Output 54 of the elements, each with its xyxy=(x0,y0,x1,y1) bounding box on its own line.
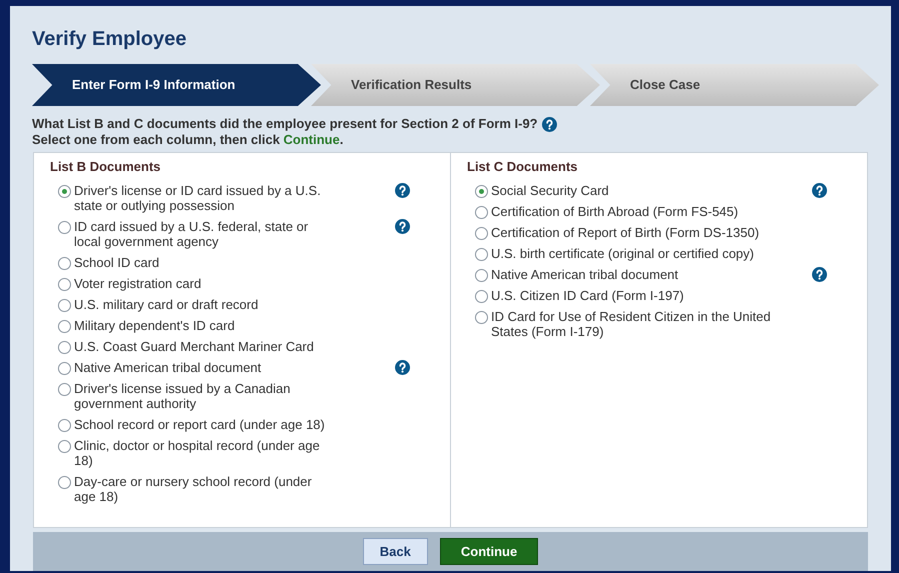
list-heading: List C Documents xyxy=(467,158,579,176)
option-label: School record or report card (under age 18) xyxy=(74,416,326,432)
option-label: U.S. Citizen ID Card (Form I-197) xyxy=(491,288,685,302)
help-icon[interactable] xyxy=(812,266,827,282)
option-label: Clinic, doctor or hospital record (under age 18) xyxy=(74,438,321,468)
option-label: Native American tribal document xyxy=(74,360,262,374)
back-button[interactable]: Back xyxy=(362,538,428,565)
radio-button[interactable] xyxy=(58,320,71,332)
radio-button[interactable] xyxy=(475,310,488,324)
step-tab[interactable]: Close Case xyxy=(590,64,879,106)
option-label: Voter registration card xyxy=(74,276,202,290)
radio-button[interactable] xyxy=(58,220,71,234)
page-title: Verify Employee xyxy=(32,27,188,52)
option-label: Military dependent's ID card xyxy=(74,318,236,332)
radio-button[interactable] xyxy=(475,206,488,218)
option-label: Driver's license issued by a Canadian government authority xyxy=(74,380,292,410)
step-tab[interactable]: Verification Results xyxy=(311,64,600,106)
option-label: Certification of Report of Birth (Form DS-1350) xyxy=(491,224,760,240)
instruction-text: Select one from each column, then click Continue. xyxy=(32,132,344,148)
radio-button[interactable] xyxy=(475,248,488,260)
radio-button[interactable] xyxy=(475,184,488,198)
radio-button[interactable] xyxy=(58,340,71,354)
radio-button[interactable] xyxy=(58,278,71,290)
option-label: Certification of Birth Abroad (Form FS-545) xyxy=(491,204,740,218)
list-heading: List B Documents xyxy=(50,158,162,176)
radio-button[interactable] xyxy=(58,362,71,374)
option-label: Day-care or nursery school record (under age 18) xyxy=(74,474,313,504)
radio-button[interactable] xyxy=(475,268,488,282)
option-label: U.S. Coast Guard Merchant Mariner Card xyxy=(74,338,315,354)
option-label: ID Card for Use of Resident Citizen in the United States (Form I-179) xyxy=(491,308,772,338)
option-label: ID card issued by a U.S. federal, state or local government agency xyxy=(74,218,310,248)
help-icon[interactable] xyxy=(395,218,410,234)
radio-button[interactable] xyxy=(475,290,488,302)
question-text: What List B and C documents did the employee present for Section 2 of Form I-9? xyxy=(32,116,538,132)
option-label: U.S. birth certificate (original or certified copy) xyxy=(491,246,755,260)
help-icon[interactable] xyxy=(542,116,557,132)
help-icon[interactable] xyxy=(395,360,410,374)
radio-button[interactable] xyxy=(58,184,71,198)
radio-button[interactable] xyxy=(475,226,488,240)
radio-button[interactable] xyxy=(58,476,71,488)
help-icon[interactable] xyxy=(812,182,827,198)
radio-button[interactable] xyxy=(58,256,71,270)
radio-button[interactable] xyxy=(58,418,71,432)
radio-button[interactable] xyxy=(58,440,71,452)
option-label: U.S. military card or draft record xyxy=(74,296,260,312)
option-label: Social Security Card xyxy=(491,182,610,198)
option-label: School ID card xyxy=(74,254,160,270)
option-label: Driver's license or ID card issued by a U.S. state or outlying possession xyxy=(74,182,322,212)
step-tab[interactable]: Enter Form I-9 Information xyxy=(32,64,321,106)
radio-button[interactable] xyxy=(58,298,71,312)
option-label: Native American tribal document xyxy=(491,266,680,282)
continue-button[interactable]: Continue xyxy=(440,538,538,565)
help-icon[interactable] xyxy=(395,182,410,198)
radio-button[interactable] xyxy=(58,382,71,396)
